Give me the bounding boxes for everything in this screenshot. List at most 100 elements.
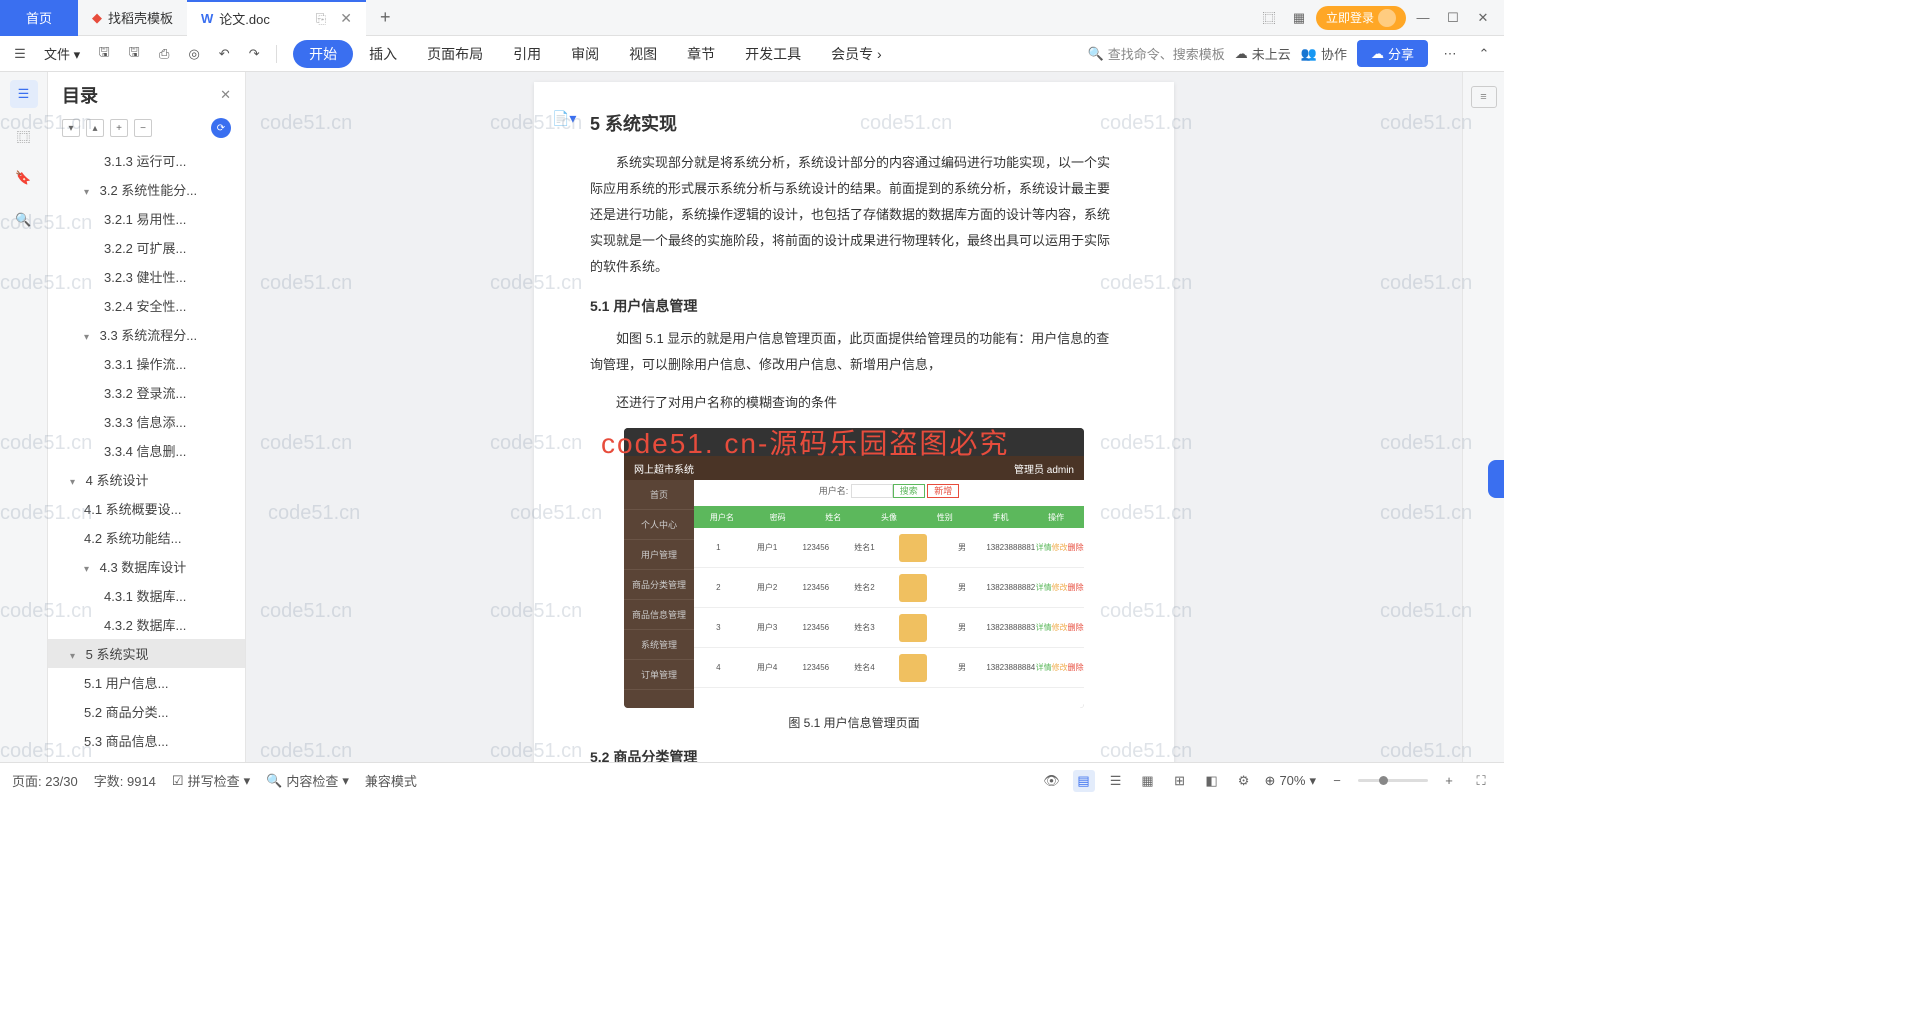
layout-icon[interactable]: ⿴ <box>1256 5 1282 31</box>
pages-icon[interactable]: ⿴ <box>10 122 38 150</box>
menu-icon[interactable]: ☰ <box>8 42 32 66</box>
toc-item[interactable]: 3.3.2 登录流... <box>48 378 245 407</box>
toc-item[interactable]: 4.3.1 数据库... <box>48 581 245 610</box>
toc-item[interactable]: 4.1 系统概要设... <box>48 494 245 523</box>
spell-check[interactable]: ☑ 拼写检查 ▾ <box>172 771 250 790</box>
toc-item[interactable]: 3.2.4 安全性... <box>48 291 245 320</box>
menu-review[interactable]: 审阅 <box>557 40 613 68</box>
toc-item[interactable]: 3.2.1 易用性... <box>48 204 245 233</box>
toc-item[interactable]: 3.2.3 健壮性... <box>48 262 245 291</box>
side-tab[interactable] <box>1488 460 1504 498</box>
toc-item[interactable]: 5.3 商品信息... <box>48 726 245 755</box>
close-button[interactable]: ✕ <box>1470 5 1496 31</box>
view-web-icon[interactable]: ▦ <box>1137 770 1159 792</box>
toc-item[interactable]: 3.3.1 操作流... <box>48 349 245 378</box>
toc-item[interactable]: 4.2 系统功能结... <box>48 523 245 552</box>
right-rail: ≡ <box>1462 72 1504 762</box>
menu-references[interactable]: 引用 <box>499 40 555 68</box>
settings-icon[interactable]: ⚙ <box>1233 770 1255 792</box>
toc-item[interactable]: ▾ 4.3 数据库设计 <box>48 552 245 581</box>
figure-image: 网上超市系统管理员 admin 首页个人中心用户管理商品分类管理商品信息管理系统… <box>624 428 1084 708</box>
page-marker-icon: 📄▾ <box>552 110 576 127</box>
login-button[interactable]: 立即登录 <box>1316 6 1406 30</box>
toc-item[interactable]: 3.2.2 可扩展... <box>48 233 245 262</box>
tab-home[interactable]: 首页 <box>0 0 78 36</box>
menu-insert[interactable]: 插入 <box>355 40 411 68</box>
share-button[interactable]: ☁ 分享 <box>1357 40 1428 67</box>
toc-panel: 目录 ✕ ▾ ▴ + − ⟳ 3.1.3 运行可...▾ 3.2 系统性能分..… <box>48 72 246 762</box>
minimize-button[interactable]: — <box>1410 5 1436 31</box>
toc-item[interactable]: ▾ 3.2 系统性能分... <box>48 175 245 204</box>
more-icon[interactable]: ⋯ <box>1438 42 1462 66</box>
toc-item[interactable]: 3.3.4 信息删... <box>48 436 245 465</box>
toc-list: 3.1.3 运行可...▾ 3.2 系统性能分...3.2.1 易用性...3.… <box>48 146 245 762</box>
expand-icon[interactable]: ⌃ <box>1472 42 1496 66</box>
menu-start[interactable]: 开始 <box>293 40 353 68</box>
add-tab-button[interactable]: + <box>366 7 405 28</box>
view-page-icon[interactable]: ▤ <box>1073 770 1095 792</box>
toc-add-icon[interactable]: + <box>110 119 128 137</box>
toc-item[interactable]: 5.1 商品资讯... <box>48 755 245 762</box>
toc-item[interactable]: 3.1.3 运行可... <box>48 146 245 175</box>
toc-close-icon[interactable]: ✕ <box>220 87 231 103</box>
toc-item[interactable]: ▾ 5 系统实现 <box>48 639 245 668</box>
view-read-icon[interactable]: ⊞ <box>1169 770 1191 792</box>
watermark-overlay: code51. cn-源码乐园盗图必究 <box>601 422 1009 462</box>
menu-section[interactable]: 章节 <box>673 40 729 68</box>
bookmark-icon[interactable]: 🔖 <box>10 164 38 192</box>
figure: 网上超市系统管理员 admin 首页个人中心用户管理商品分类管理商品信息管理系统… <box>590 428 1118 731</box>
close-icon[interactable]: ✕ <box>340 10 352 27</box>
document-area[interactable]: code51. cn-源码乐园盗图必究 📄▾ 5 系统实现 系统实现部分就是将系… <box>246 72 1462 762</box>
menu-bar: 开始 插入 页面布局 引用 审阅 视图 章节 开发工具 会员专 › <box>293 40 896 68</box>
menu-layout[interactable]: 页面布局 <box>413 40 497 68</box>
redo-icon[interactable]: ↷ <box>242 42 266 66</box>
menu-member[interactable]: 会员专 › <box>817 40 896 68</box>
word-count[interactable]: 字数: 9914 <box>94 771 156 790</box>
toc-item[interactable]: 3.3.3 信息添... <box>48 407 245 436</box>
toc-collapse-icon[interactable]: ▾ <box>62 119 80 137</box>
panel-toggle-icon[interactable]: ≡ <box>1471 86 1497 108</box>
view-focus-icon[interactable]: ◧ <box>1201 770 1223 792</box>
toc-sync-icon[interactable]: ⟳ <box>211 118 231 138</box>
tab-template[interactable]: ◆找稻壳模板 <box>78 0 187 36</box>
view-outline-icon[interactable]: ☰ <box>1105 770 1127 792</box>
heading-2: 5.1 用户信息管理 <box>590 296 1118 316</box>
save-icon[interactable]: 🖫 <box>92 42 116 66</box>
statusbar: 页面: 23/30 字数: 9914 ☑ 拼写检查 ▾ 🔍 内容检查 ▾ 兼容模… <box>0 762 1504 798</box>
tab-document[interactable]: W论文.doc⎘✕ <box>187 0 366 36</box>
toc-item[interactable]: 5.1 用户信息... <box>48 668 245 697</box>
fullscreen-icon[interactable]: ⛶ <box>1470 770 1492 792</box>
page-indicator[interactable]: 页面: 23/30 <box>12 771 78 790</box>
toc-item[interactable]: 5.2 商品分类... <box>48 697 245 726</box>
paragraph: 系统实现部分就是将系统分析，系统设计部分的内容通过编码进行功能实现，以一个实际应… <box>590 150 1118 280</box>
zoom-out-icon[interactable]: − <box>1326 770 1348 792</box>
toc-item[interactable]: ▾ 3.3 系统流程分... <box>48 320 245 349</box>
content-check[interactable]: 🔍 内容检查 ▾ <box>266 771 349 790</box>
menu-view[interactable]: 视图 <box>615 40 671 68</box>
cloud-status[interactable]: ☁ 未上云 <box>1235 44 1291 63</box>
preview-icon[interactable]: ◎ <box>182 42 206 66</box>
search-command[interactable]: 🔍 查找命令、搜索模板 <box>1088 44 1225 63</box>
maximize-button[interactable]: ☐ <box>1440 5 1466 31</box>
toc-title: 目录 <box>62 82 98 108</box>
toc-remove-icon[interactable]: − <box>134 119 152 137</box>
paragraph: 如图 5.1 显示的就是用户信息管理页面，此页面提供给管理员的功能有：用户信息的… <box>590 326 1118 378</box>
left-rail: ☰ ⿴ 🔖 🔍 <box>0 72 48 762</box>
toc-item[interactable]: 4.3.2 数据库... <box>48 610 245 639</box>
collab-button[interactable]: 👥 协作 <box>1301 44 1347 63</box>
compat-mode[interactable]: 兼容模式 <box>365 771 417 790</box>
file-menu[interactable]: 文件 ▾ <box>38 44 86 63</box>
grid-icon[interactable]: ▦ <box>1286 5 1312 31</box>
zoom-control[interactable]: ⊕ 70% ▾ <box>1265 773 1316 789</box>
save-as-icon[interactable]: 🖫 <box>122 42 146 66</box>
toc-item[interactable]: ▾ 4 系统设计 <box>48 465 245 494</box>
outline-icon[interactable]: ☰ <box>10 80 38 108</box>
toc-expand-icon[interactable]: ▴ <box>86 119 104 137</box>
menu-devtools[interactable]: 开发工具 <box>731 40 815 68</box>
zoom-in-icon[interactable]: + <box>1438 770 1460 792</box>
titlebar: 首页 ◆找稻壳模板 W论文.doc⎘✕ + ⿴ ▦ 立即登录 — ☐ ✕ <box>0 0 1504 36</box>
print-icon[interactable]: ⎙ <box>152 42 176 66</box>
view-eye-icon[interactable]: 👁 <box>1041 770 1063 792</box>
undo-icon[interactable]: ↶ <box>212 42 236 66</box>
search-icon[interactable]: 🔍 <box>10 206 38 234</box>
